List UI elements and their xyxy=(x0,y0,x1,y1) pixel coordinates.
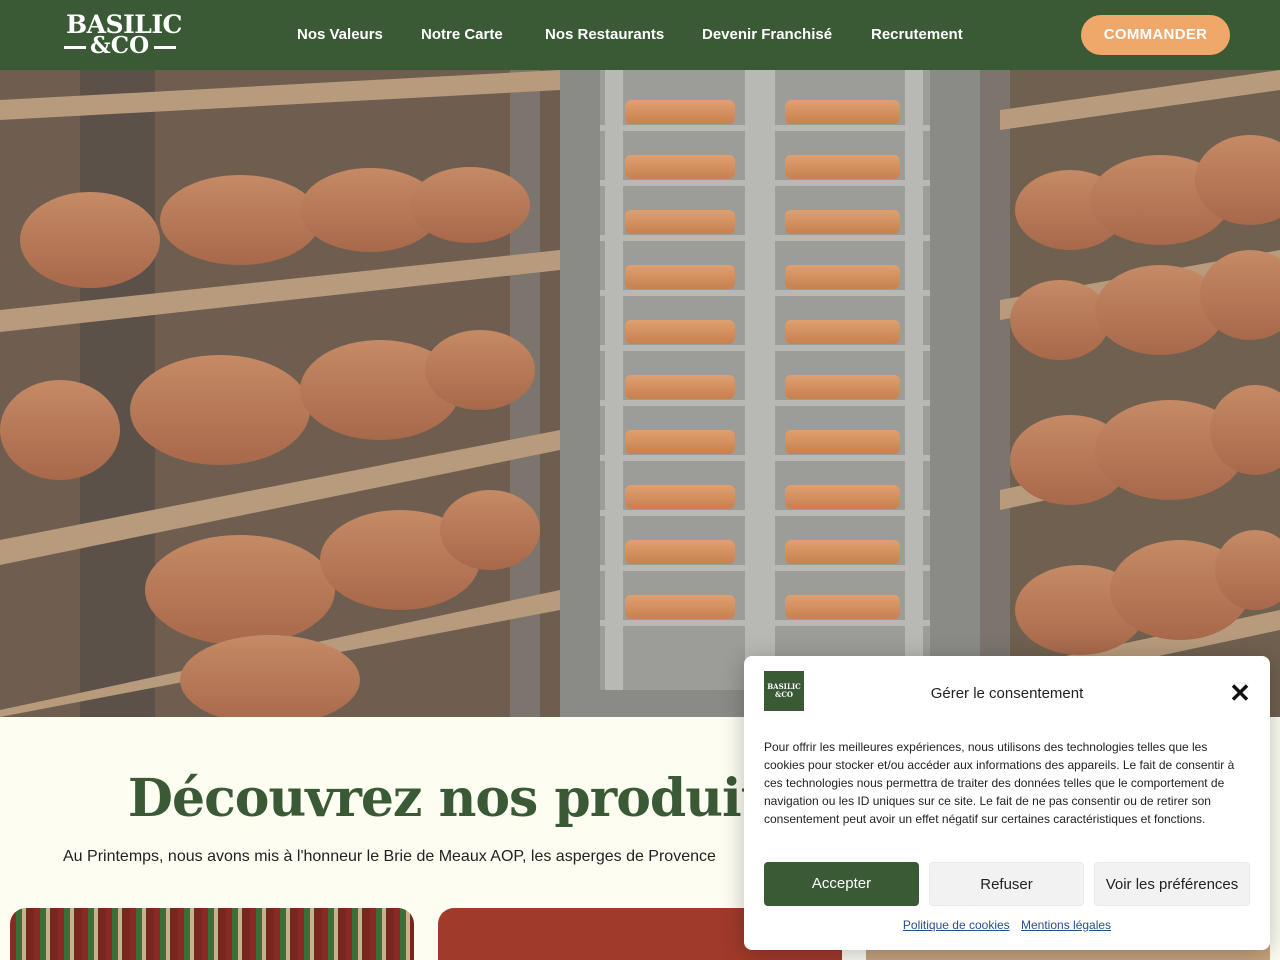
consent-title: Gérer le consentement xyxy=(930,685,1084,702)
nav-link-nos-valeurs[interactable]: Nos Valeurs xyxy=(297,26,383,43)
brand-logo[interactable]: BASILIC &CO xyxy=(64,12,182,59)
view-preferences-button[interactable]: Voir les préférences xyxy=(1094,862,1250,906)
nav-link-notre-carte[interactable]: Notre Carte xyxy=(421,26,503,43)
logo-rule-left xyxy=(64,46,86,49)
accept-button[interactable]: Accepter xyxy=(764,862,919,906)
consent-description: Pour offrir les meilleures expériences, … xyxy=(764,740,1235,826)
nav-link-devenir-franchise[interactable]: Devenir Franchisé xyxy=(702,26,832,43)
order-button[interactable]: COMMANDER xyxy=(1081,15,1230,55)
cookie-consent-dialog: BASILIC &CO Gérer le consentement ✕ Pour… xyxy=(744,656,1270,950)
site-header: BASILIC &CO Nos Valeurs Notre Carte Nos … xyxy=(0,0,1280,70)
hero-illustration xyxy=(0,70,1280,717)
close-icon[interactable]: ✕ xyxy=(1228,680,1252,706)
logo-text-bottom: &CO xyxy=(90,32,150,59)
nav-link-nos-restaurants[interactable]: Nos Restaurants xyxy=(545,26,664,43)
logo-rule-right xyxy=(154,46,176,49)
product-card[interactable] xyxy=(10,908,414,960)
section-subtitle: Au Printemps, nous avons mis à l'honneur… xyxy=(63,848,716,865)
consent-links: Politique de cookies Mentions légales xyxy=(744,918,1270,932)
hero-image-cheese-cellar xyxy=(0,70,1280,717)
refuse-button[interactable]: Refuser xyxy=(929,862,1084,906)
legal-notice-link[interactable]: Mentions légales xyxy=(1021,918,1111,932)
cookie-policy-link[interactable]: Politique de cookies xyxy=(903,918,1010,932)
nav-link-recrutement[interactable]: Recrutement xyxy=(871,26,963,43)
